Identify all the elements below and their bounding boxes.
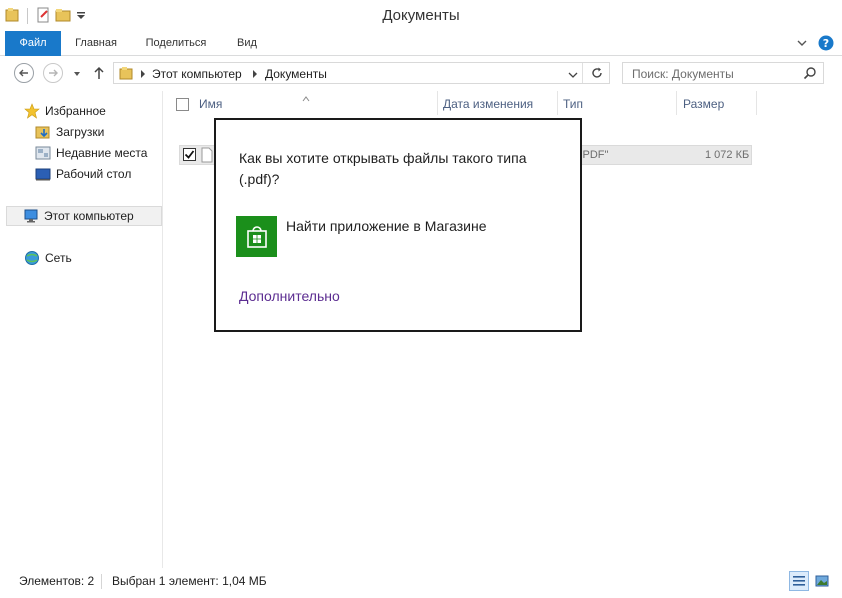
expand-ribbon-icon[interactable]: [796, 37, 808, 52]
title-bar: Документы: [0, 0, 842, 31]
column-separator: [756, 91, 757, 115]
chevron-right-icon[interactable]: [139, 68, 147, 82]
folder-icon: [118, 65, 134, 84]
more-options-link[interactable]: Дополнительно: [239, 288, 340, 304]
help-icon[interactable]: ?: [818, 35, 834, 54]
address-separator: [582, 63, 583, 83]
breadcrumb-computer[interactable]: Этот компьютер: [152, 67, 242, 81]
breadcrumb-documents[interactable]: Документы: [265, 67, 327, 81]
tab-home[interactable]: Главная: [64, 31, 128, 56]
nav-label: Избранное: [45, 104, 106, 118]
status-separator: [101, 574, 102, 589]
select-all-checkbox[interactable]: [176, 98, 189, 111]
status-bar: Элементов: 2 Выбран 1 элемент: 1,04 МБ: [0, 568, 842, 598]
chevron-down-icon[interactable]: [568, 69, 578, 83]
store-option[interactable]: Найти приложение в Магазине: [286, 218, 486, 234]
arrow-left-icon: [19, 69, 28, 77]
dialog-question: Как вы хотите открывать файлы такого тип…: [239, 150, 527, 187]
nav-label: Сеть: [45, 251, 72, 265]
nav-item-recent[interactable]: Недавние места: [35, 143, 147, 163]
selection-info: Выбран 1 элемент: 1,04 МБ: [112, 574, 267, 588]
nav-label: Недавние места: [56, 146, 148, 160]
column-header-size[interactable]: Размер: [683, 97, 724, 111]
nav-item-network[interactable]: Сеть: [24, 248, 72, 268]
row-checkbox[interactable]: [183, 148, 196, 161]
column-header-date[interactable]: Дата изменения: [443, 97, 533, 111]
store-bag-icon: [246, 225, 267, 248]
thumbnails-view-icon: [815, 575, 829, 587]
column-separator: [437, 91, 438, 115]
tab-view[interactable]: Вид: [223, 31, 271, 56]
arrow-right-icon: [49, 69, 58, 77]
search-input[interactable]: Поиск: Документы: [632, 67, 734, 81]
nav-label: Рабочий стол: [56, 167, 132, 181]
navigation-pane: Избранное Загрузки Недавние места Рабочи…: [0, 91, 163, 568]
recent-places-icon: [35, 146, 51, 160]
back-button[interactable]: [14, 63, 34, 83]
row-size: 1 072 КБ: [705, 149, 750, 161]
star-icon: [24, 103, 40, 119]
up-arrow-icon[interactable]: [93, 65, 105, 84]
navigation-bar: Этот компьютер Документы Поиск: Документ…: [0, 57, 842, 91]
chevron-right-icon[interactable]: [251, 68, 259, 82]
window-title: Документы: [382, 7, 460, 24]
checkmark-icon: [184, 150, 195, 159]
column-header-type[interactable]: Тип: [563, 97, 583, 111]
nav-label: Этот компьютер: [44, 209, 134, 223]
address-bar[interactable]: Этот компьютер Документы: [113, 62, 610, 84]
search-icon[interactable]: [803, 66, 817, 83]
column-header-name[interactable]: Имя: [199, 97, 222, 111]
nav-item-favorites[interactable]: Избранное: [24, 101, 106, 121]
search-box[interactable]: Поиск: Документы: [622, 62, 824, 84]
column-separator: [557, 91, 558, 115]
recent-locations-icon[interactable]: [72, 68, 82, 82]
pdf-file-icon: [201, 147, 213, 166]
ribbon-controls: ?: [796, 35, 834, 54]
downloads-folder-icon: [35, 126, 50, 139]
svg-text:?: ?: [823, 37, 829, 50]
tab-share[interactable]: Поделиться: [135, 31, 217, 56]
large-icons-view-button[interactable]: [812, 571, 832, 591]
details-view-icon: [793, 576, 805, 586]
ribbon: Файл Главная Поделиться Вид ?: [0, 31, 842, 56]
forward-button[interactable]: [43, 63, 63, 83]
desktop-icon: [35, 168, 51, 181]
sort-up-icon: [302, 91, 310, 105]
details-view-button[interactable]: [789, 571, 809, 591]
refresh-icon[interactable]: [590, 66, 604, 83]
item-count: Элементов: 2: [19, 574, 95, 588]
nav-item-desktop[interactable]: Рабочий стол: [35, 164, 131, 184]
nav-label: Загрузки: [56, 125, 105, 139]
nav-item-downloads[interactable]: Загрузки: [35, 122, 104, 142]
tab-file[interactable]: Файл: [5, 31, 61, 56]
network-icon: [25, 251, 39, 265]
computer-icon: [24, 209, 38, 223]
open-with-dialog: Как вы хотите открывать файлы такого тип…: [214, 118, 582, 332]
column-separator: [676, 91, 677, 115]
nav-item-this-pc[interactable]: Этот компьютер: [6, 206, 162, 226]
store-icon[interactable]: [236, 216, 277, 257]
